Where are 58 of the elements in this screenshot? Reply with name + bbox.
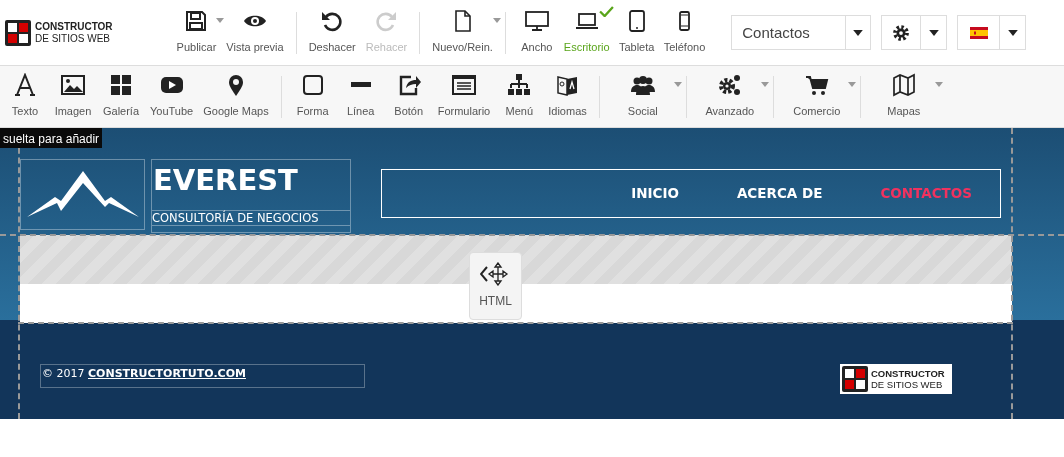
html-widget[interactable]: HTML [469, 252, 522, 320]
settings-icon [892, 23, 911, 42]
form-icon [451, 73, 476, 98]
toolbar-button[interactable]: Deshacer [304, 3, 360, 62]
toolbar-button[interactable]: Botón [385, 67, 432, 126]
toolbar-button[interactable]: Vista previa [222, 3, 288, 62]
toolbar-button[interactable]: Menú [496, 67, 543, 126]
toolbar-button[interactable]: Forma [289, 67, 336, 126]
copyright-text: © 2017 CONSTRUCTORTUTO.COM [40, 364, 365, 388]
toolbar-button[interactable]: Galería [98, 67, 144, 126]
nav-link[interactable]: INICIO [631, 183, 679, 204]
logo-text: DE SITIOS WEB [871, 379, 943, 390]
toolbar-button[interactable]: Ancho [513, 3, 560, 62]
mountain-logo-icon [26, 170, 139, 219]
settings-button[interactable] [881, 15, 948, 50]
cart-icon [804, 73, 829, 98]
tooltip: suelta para añadir [0, 128, 103, 148]
flag-icon [969, 26, 988, 39]
caret-icon [853, 29, 864, 36]
toolbar-button[interactable]: Idiomas [544, 67, 591, 126]
toolbar-button[interactable]: Tableta [613, 3, 660, 62]
toolbar-button[interactable]: Nuevo/Rein. [428, 3, 497, 62]
image-icon [61, 73, 85, 98]
footer-link[interactable]: CONSTRUCTORTUTO.COM [88, 367, 246, 380]
site-subtitle: CONSULTORÍA DE NEGOCIOS [152, 210, 350, 226]
toolbar-button[interactable]: Mapas [868, 67, 939, 126]
toolbar-button[interactable]: Formulario [433, 67, 495, 126]
toolbar-button[interactable]: YouTube [146, 67, 198, 126]
serif-letter-icon [13, 73, 37, 98]
logo-text: CONSTRUCTOR [871, 368, 945, 379]
toolbar-button[interactable]: Social [607, 67, 678, 126]
nav-link[interactable]: ACERCA DE [736, 183, 823, 204]
group-icon [630, 73, 655, 98]
toolbar-button[interactable]: Avanzado [694, 67, 765, 126]
language-button[interactable] [957, 15, 1027, 50]
toolbar-button[interactable]: Comercio [781, 67, 852, 126]
logo-icon [5, 19, 31, 46]
grid-icon [109, 73, 133, 98]
square-icon [300, 73, 325, 98]
site-title: EVEREST [152, 162, 299, 199]
toolbar-button[interactable]: Google Maps [199, 67, 273, 126]
caret-icon [1007, 29, 1018, 36]
check-icon [598, 5, 614, 17]
toolbar-button[interactable]: Publicar [172, 3, 221, 62]
folded-map-icon [891, 73, 916, 98]
toolbar-button[interactable]: Línea [337, 67, 384, 126]
caret-icon [928, 29, 939, 36]
translate-cards-icon [555, 73, 580, 98]
logo-text: DE SITIOS WEB [35, 32, 110, 44]
gears-icon [717, 73, 742, 98]
monitor-icon [524, 9, 549, 34]
toolbar-button[interactable]: Texto [2, 67, 48, 126]
sitemap-icon [507, 73, 532, 98]
page-select[interactable]: Contactos [731, 15, 872, 50]
logo-text: CONSTRUCTOR [35, 20, 113, 33]
toolbar-button[interactable]: Teléfono [659, 3, 710, 62]
undo-icon [320, 9, 345, 34]
toolbar-button[interactable]: Imagen [50, 67, 96, 126]
